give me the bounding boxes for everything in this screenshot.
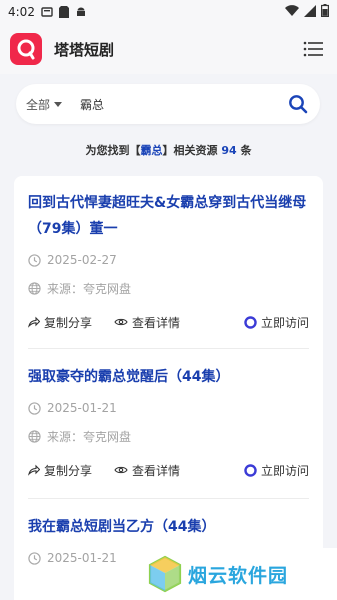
notification-icon [41,6,53,18]
search-button[interactable] [288,94,308,114]
result-date: 2025-01-21 [47,551,117,565]
watermark-text: 烟云软件园 [188,564,289,587]
share-icon [28,464,40,476]
result-card: 回到古代悍妻超旺夫&女霸总穿到古代当继母（79集）董一 2025-02-27 来… [14,190,323,332]
view-detail-label: 查看详情 [132,463,181,478]
view-detail-button[interactable]: 查看详情 [114,462,180,479]
battery-icon [321,4,330,20]
clock-icon [28,401,41,415]
watermark-logo-icon [148,555,182,593]
list-menu-icon [303,41,323,57]
copy-share-button[interactable]: 复制分享 [28,462,92,479]
result-title[interactable]: 我在霸总短剧当乙方（44集） [28,514,309,540]
sd-card-icon [58,6,69,18]
summary-prefix: 为您找到【 [85,144,141,157]
view-detail-label: 查看详情 [132,315,181,330]
wifi-icon [285,4,299,20]
clock-icon [28,253,41,267]
search-scope-dropdown[interactable]: 全部 [26,96,63,113]
app-logo-icon [10,33,42,65]
view-detail-button[interactable]: 查看详情 [114,314,180,331]
result-actions: 复制分享 查看详情 立即访问 [28,312,309,332]
visit-ring-icon [244,463,257,477]
visit-now-label: 立即访问 [260,463,309,478]
result-summary: 为您找到【霸总】相关资源 94 条 [0,142,337,158]
eye-icon [114,465,128,475]
eye-icon [114,317,128,327]
result-date-row: 2025-02-27 [28,250,309,270]
signal-icon [304,4,316,20]
result-source: 来源：夸克网盘 [47,429,132,444]
result-date: 2025-02-27 [47,253,117,267]
copy-share-label: 复制分享 [44,463,93,478]
android-icon [75,6,87,18]
summary-middle: 】相关资源 [162,144,222,157]
copy-share-button[interactable]: 复制分享 [28,314,92,331]
search-scope-label: 全部 [26,97,51,112]
search-bar: 全部 [16,84,320,124]
search-icon [289,95,308,114]
app-title: 塔塔短剧 [54,40,115,59]
visit-ring-icon [244,315,257,329]
globe-icon [28,429,41,443]
result-count: 94 [221,144,237,157]
result-source-row: 来源：夸克网盘 [28,278,309,298]
status-time: 4:02 [8,5,35,19]
caret-down-icon [54,101,63,107]
globe-icon [28,281,41,295]
visit-now-button[interactable]: 立即访问 [244,314,309,331]
menu-button[interactable] [301,37,325,61]
watermark: 烟云软件园 [142,548,337,600]
result-source: 来源：夸克网盘 [47,281,132,296]
result-title[interactable]: 回到古代悍妻超旺夫&女霸总穿到古代当继母（79集）董一 [28,190,309,242]
visit-now-button[interactable]: 立即访问 [244,462,309,479]
result-actions: 复制分享 查看详情 立即访问 [28,460,309,480]
result-source-row: 来源：夸克网盘 [28,426,309,446]
card-divider [28,498,309,499]
copy-share-label: 复制分享 [44,315,93,330]
status-bar: 4:02 [0,0,337,24]
app-header: 塔塔短剧 [0,24,337,74]
result-date: 2025-01-21 [47,401,117,415]
visit-now-label: 立即访问 [260,315,309,330]
result-date-row: 2025-01-21 [28,398,309,418]
search-input[interactable] [80,97,261,111]
share-icon [28,316,40,328]
summary-suffix: 条 [236,144,252,157]
result-title[interactable]: 强取豪夺的霸总觉醒后（44集） [28,364,309,390]
result-card: 强取豪夺的霸总觉醒后（44集） 2025-01-21 来源：夸克网盘 复制分享 … [14,364,323,480]
summary-keyword: 霸总 [140,144,163,157]
card-divider [28,348,309,349]
clock-icon [28,551,41,565]
results-list: 回到古代悍妻超旺夫&女霸总穿到古代当继母（79集）董一 2025-02-27 来… [14,176,323,600]
